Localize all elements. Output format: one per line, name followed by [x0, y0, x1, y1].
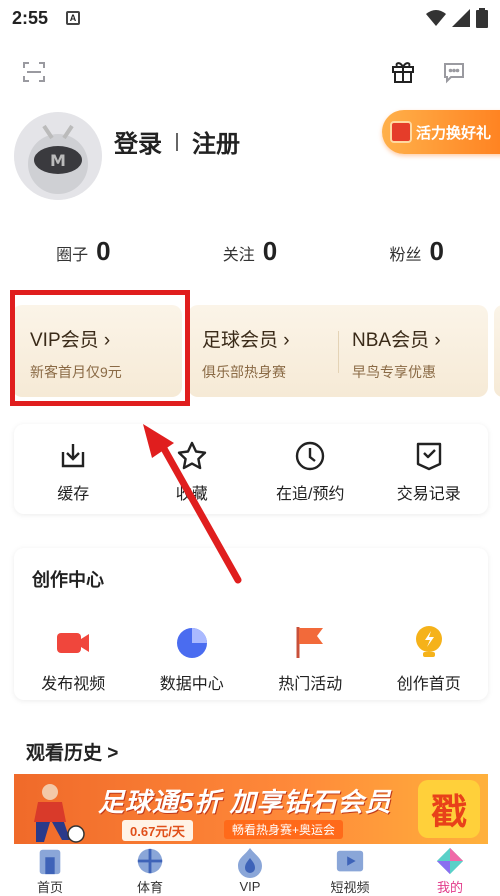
quick-item-favorites[interactable]: 收藏 — [133, 424, 252, 514]
video-camera-icon — [57, 633, 90, 653]
register-link[interactable]: 注册 — [192, 124, 240, 159]
quick-item-following[interactable]: 在追/预约 — [251, 424, 370, 514]
banner-headline: 足球通5折 加享钻石会员 — [98, 787, 392, 817]
creator-item-events[interactable]: 热门活动 — [251, 624, 370, 694]
download-icon — [62, 444, 85, 468]
quick-actions-card: 缓存 收藏 在追/预约 交易记录 — [14, 424, 488, 514]
login-register: 登录 注册 — [114, 124, 240, 159]
quick-item-cache[interactable]: 缓存 — [14, 424, 133, 514]
quick-label: 收藏 — [175, 486, 208, 503]
tab-home[interactable]: 首页 — [0, 844, 100, 896]
tab-mine[interactable]: 我的 — [400, 844, 500, 896]
short-video-icon — [336, 850, 364, 872]
receipt-check-icon — [416, 442, 441, 471]
sports-member-card: 足球会员 › 俱乐部热身赛 NBA会员 › 早鸟专享优惠 — [188, 305, 488, 397]
stat-label: 圈子 — [56, 247, 89, 264]
stat-label: 关注 — [222, 247, 255, 264]
tab-label: 我的 — [436, 880, 463, 895]
creator-label: 热门活动 — [278, 676, 343, 693]
football-member[interactable]: 足球会员 › 俱乐部热身赛 — [188, 325, 338, 397]
stat-value: 0 — [262, 236, 278, 266]
wifi-icon — [426, 10, 446, 26]
tab-label: 首页 — [36, 880, 63, 895]
top-bar — [0, 56, 500, 92]
quick-label: 缓存 — [57, 486, 90, 503]
promo-banner[interactable]: 足球通5折 加享钻石会员 0.67元/天 畅看热身赛+奥运会 戳 — [14, 774, 488, 844]
stat-following[interactable]: 关注 0 — [167, 236, 334, 276]
creator-title: 创作中心 — [32, 570, 104, 590]
status-time: 2:55 — [12, 7, 49, 28]
message-icon[interactable] — [442, 60, 466, 84]
banner-price: 0.67元/天 — [122, 820, 193, 841]
stat-value: 0 — [429, 236, 444, 266]
highlight-annotation-box — [10, 290, 190, 406]
bottom-tab-bar: 首页 体育 VIP 短视频 我的 — [0, 844, 500, 896]
profile-diamond-icon — [436, 847, 464, 875]
flag-icon — [296, 627, 324, 658]
divider — [176, 132, 178, 151]
activity-gift-badge[interactable]: 活力换好礼 — [382, 110, 500, 154]
pie-chart-icon — [176, 628, 207, 658]
home-icon — [39, 849, 61, 875]
watch-history-link[interactable]: 观看历史 > — [26, 738, 118, 765]
banner-stamp-button[interactable]: 戳 — [418, 780, 480, 838]
profile-header: M 登录 注册 活力换好礼 — [14, 110, 500, 206]
banner-subtitle: 畅看热身赛+奥运会 — [224, 820, 344, 839]
quick-label: 交易记录 — [396, 486, 461, 503]
tab-label: VIP — [239, 879, 261, 894]
soccer-player-icon — [34, 784, 85, 843]
tab-sports[interactable]: 体育 — [100, 844, 200, 896]
tab-vip[interactable]: VIP — [200, 844, 300, 896]
creator-item-home[interactable]: 创作首页 — [370, 624, 489, 694]
member-title: 足球会员 › — [202, 330, 290, 351]
member-title: NBA会员 › — [352, 330, 441, 351]
signal-icon — [452, 9, 470, 27]
avatar[interactable]: M — [14, 112, 102, 200]
svg-text:M: M — [50, 151, 66, 170]
nba-member[interactable]: NBA会员 › 早鸟专享优惠 — [338, 325, 488, 397]
notification-icon: A — [66, 11, 81, 25]
login-link[interactable]: 登录 — [114, 124, 162, 159]
promo-label: 活力换好礼 — [416, 124, 492, 142]
battery-icon — [476, 8, 488, 28]
clock-icon — [296, 441, 325, 471]
stat-value: 0 — [96, 236, 111, 266]
robot-avatar-icon: M — [14, 112, 102, 200]
gift-icon[interactable] — [390, 58, 416, 84]
creator-item-publish[interactable]: 发布视频 — [14, 624, 133, 694]
social-stats: 圈子 0 关注 0 粉丝 0 — [0, 236, 500, 276]
quick-label: 在追/预约 — [276, 486, 345, 503]
tab-label: 体育 — [136, 880, 163, 895]
tab-short-video[interactable]: 短视频 — [300, 844, 400, 896]
lightning-bulb-icon — [415, 626, 442, 657]
vip-flame-icon — [238, 848, 262, 878]
status-bar: 2:55 A — [0, 0, 500, 36]
tab-label: 短视频 — [330, 880, 370, 895]
stat-fans[interactable]: 粉丝 0 — [333, 236, 500, 276]
scan-icon[interactable] — [22, 60, 46, 84]
gift-box-icon — [390, 121, 412, 143]
sports-icon — [137, 848, 163, 874]
quick-item-transactions[interactable]: 交易记录 — [370, 424, 489, 514]
creator-label: 数据中心 — [159, 676, 224, 693]
creator-item-data[interactable]: 数据中心 — [133, 624, 252, 694]
creator-label: 发布视频 — [41, 676, 106, 693]
creator-center-card: 创作中心 发布视频 数据中心 热门活动 创作首页 — [14, 548, 488, 700]
creator-label: 创作首页 — [396, 676, 461, 693]
stat-label: 粉丝 — [389, 247, 422, 264]
member-subtitle: 早鸟专享优惠 — [352, 364, 436, 380]
next-member-card-edge[interactable] — [494, 305, 500, 397]
member-subtitle: 俱乐部热身赛 — [202, 364, 286, 380]
star-icon — [177, 441, 206, 470]
stat-circles[interactable]: 圈子 0 — [0, 236, 167, 276]
